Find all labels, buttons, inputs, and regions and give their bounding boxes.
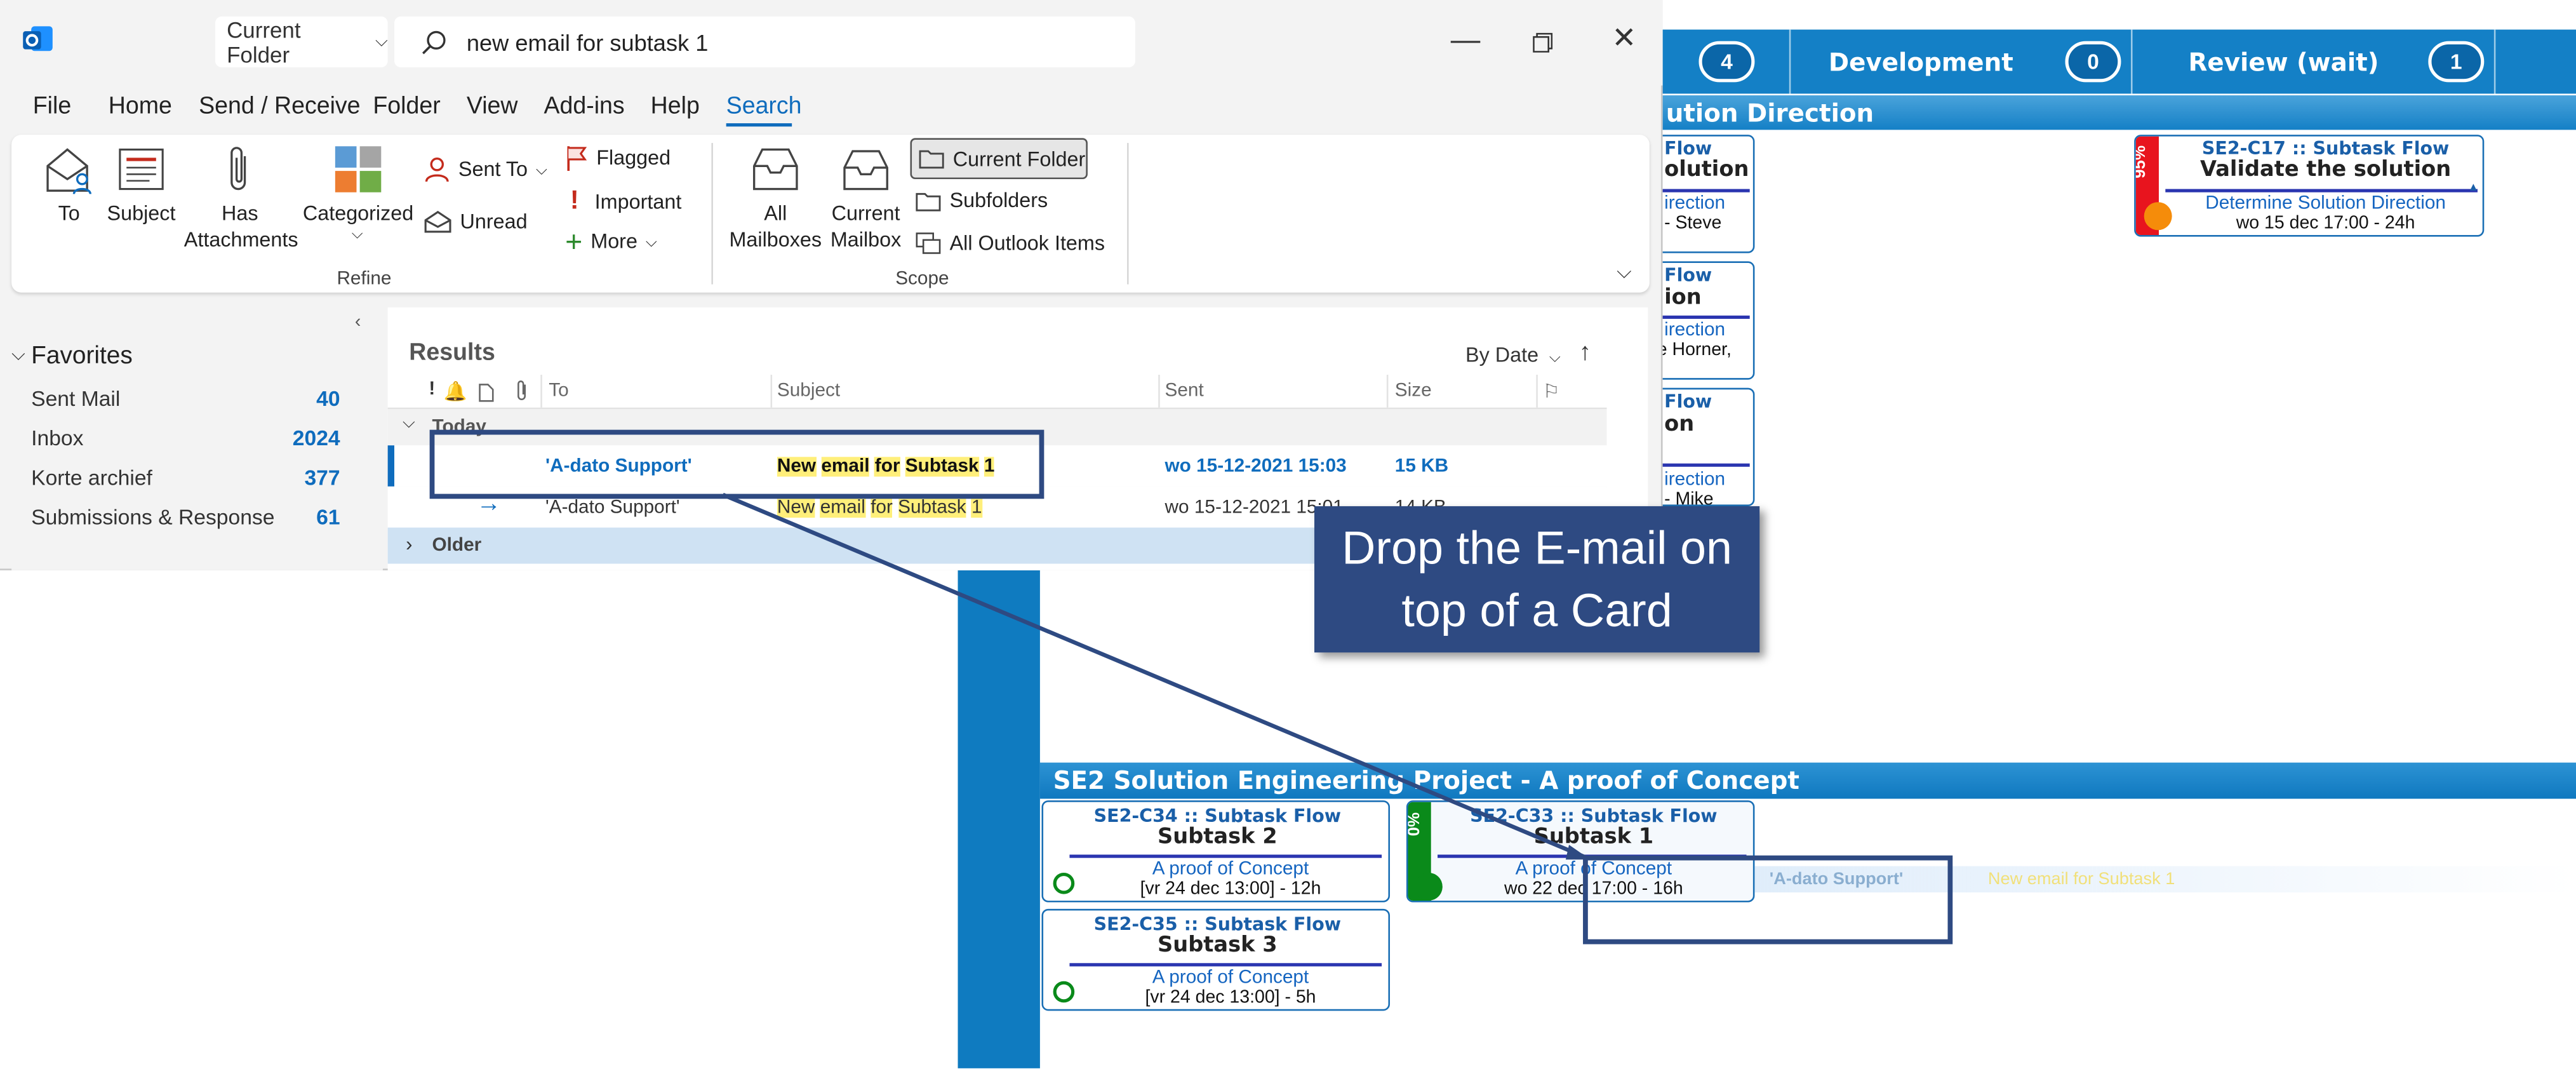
drop-target-box xyxy=(1583,855,1953,945)
highlight-box xyxy=(429,429,1044,499)
instruction-callout: Drop the E-mail on top of a Card xyxy=(1314,506,1760,653)
annotation-overlay xyxy=(429,429,1953,945)
